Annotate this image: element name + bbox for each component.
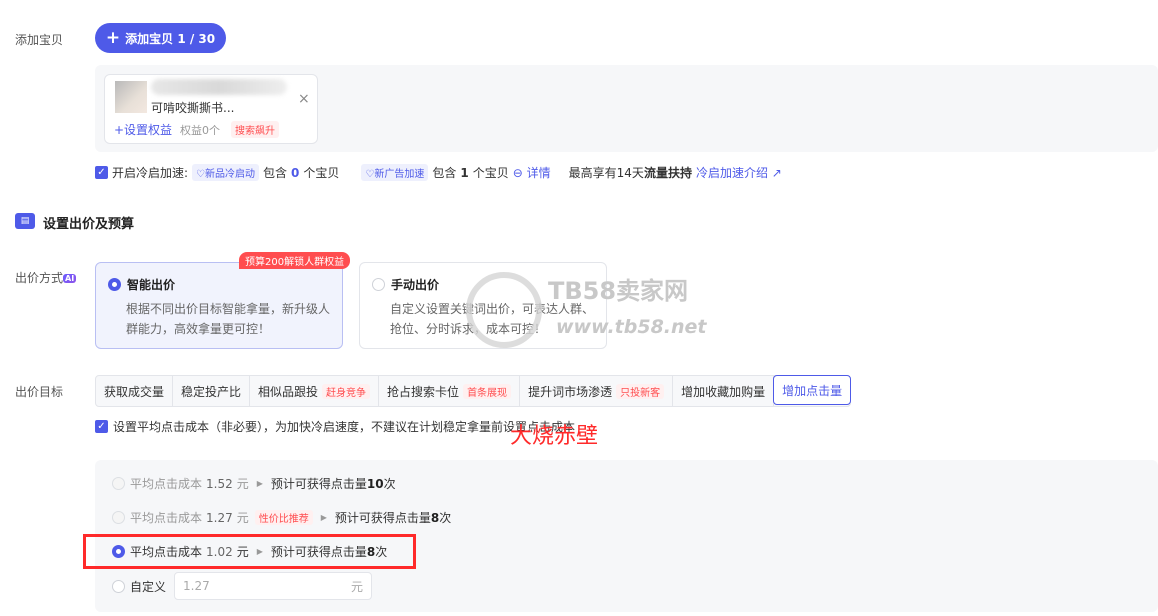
manual-bid-title: 手动出价 — [391, 278, 440, 292]
tab-stable-roi[interactable]: 稳定投产比 — [173, 376, 251, 406]
watermark-site-name: TB58卖家网 — [548, 277, 689, 305]
avg-cost-row: ✓ 设置平均点击成本（非必要），为加快冷启速度，不建议在计划稳定拿量前设置点击成… — [95, 418, 575, 435]
smart-bid-radio[interactable] — [108, 278, 121, 291]
custom-radio[interactable] — [112, 580, 125, 593]
custom-cost-input[interactable]: 1.27 元 — [174, 572, 372, 600]
tab-similar-follow[interactable]: 相似品跟投 赶身竞争 — [250, 376, 380, 406]
manual-bid-radio[interactable] — [372, 278, 385, 291]
custom-label: 自定义 — [130, 580, 167, 594]
option-row[interactable]: 平均点击成本 1.52 元 ▶ 预计可获得点击量10次 — [112, 475, 396, 492]
new-ad-count: 1 — [460, 165, 469, 180]
plus-icon: + — [105, 27, 121, 48]
tab-keyword-penetration[interactable]: 提升词市场渗透 只投新客 — [520, 376, 674, 406]
add-item-button-label: 添加宝贝 1 / 30 — [125, 31, 216, 46]
set-rights-link[interactable]: +设置权益 — [114, 121, 172, 138]
product-title: 可啃咬撕撕书... — [151, 101, 235, 115]
smart-bid-card[interactable]: 智能出价 根据不同出价目标智能拿量，新升级人群能力，高效拿量更可控！ — [95, 262, 343, 349]
product-title-blurred — [151, 79, 287, 95]
option-row[interactable]: 平均点击成本 1.27 元 性价比推荐 ▶ 预计可获得点击量8次 — [112, 509, 451, 526]
promo-badge: 预算200解锁人群权益 — [239, 252, 351, 269]
bid-method-label: 出价方式 AI — [15, 271, 77, 285]
tab-get-deals[interactable]: 获取成交量 — [96, 376, 174, 406]
cold-start-checkbox[interactable]: ✓ — [95, 166, 108, 179]
section-title: 设置出价及预算 — [43, 217, 135, 232]
close-icon[interactable]: × — [298, 91, 310, 107]
tab-increase-clicks[interactable]: 增加点击量 — [773, 375, 852, 405]
smart-bid-title: 智能出价 — [127, 278, 176, 292]
new-ad-pill: ♡新广告加速 — [361, 164, 429, 181]
coupon-icon: ▤ — [15, 213, 35, 229]
text-include: 包含 — [432, 166, 457, 180]
caret-right-icon: ▶ — [320, 513, 327, 522]
text-include: 包含 — [263, 166, 288, 180]
max-support-text: 最高享有14天 — [568, 166, 644, 180]
option-radio[interactable] — [112, 477, 125, 490]
red-watermark-text: 大烧赤壁 — [510, 424, 599, 449]
cold-start-row: ✓ 开启冷启加速: ♡新品冷启动 包含 0 个宝贝 ♡新广告加速 包含 1 个宝… — [95, 164, 782, 181]
smart-bid-desc: 根据不同出价目标智能拿量，新升级人群能力，高效拿量更可控！ — [126, 302, 331, 336]
tab-favorites-cart[interactable]: 增加收藏加购量 — [673, 376, 775, 406]
watermark-site-url: www.tb58.net — [556, 316, 707, 338]
ai-icon: AI — [63, 274, 77, 283]
cold-start-label: 开启冷启加速: — [112, 166, 189, 180]
new-product-pill: ♡新品冷启动 — [192, 164, 260, 181]
bid-goal-label: 出价目标 — [15, 385, 64, 399]
product-thumbnail — [115, 81, 147, 113]
highlight-box — [83, 534, 416, 569]
tab-search-position[interactable]: 抢占搜索卡位 首条展现 — [379, 376, 521, 406]
cold-start-intro-link[interactable]: 冷启加速介绍 ↗ — [696, 164, 782, 181]
product-card: 可啃咬撕撕书... × +设置权益 权益0个 搜索飙升 — [104, 74, 318, 144]
add-item-button[interactable]: + 添加宝贝 1 / 30 — [95, 23, 226, 53]
add-item-label: 添加宝贝 — [15, 33, 64, 47]
avg-cost-checkbox[interactable]: ✓ — [95, 420, 108, 433]
avg-cost-label: 设置平均点击成本（非必要），为加快冷启速度，不建议在计划稳定拿量前设置点击成本 — [113, 420, 576, 434]
text-items: 个宝贝 — [472, 166, 509, 180]
traffic-support-text: 流量扶持 — [643, 166, 692, 180]
option-radio[interactable] — [112, 511, 125, 524]
product-tag: 搜索飙升 — [231, 121, 279, 138]
external-link-icon: ↗ — [771, 166, 782, 180]
new-product-count: 0 — [291, 165, 300, 180]
watermark-logo-icon — [466, 272, 542, 348]
caret-right-icon: ▶ — [256, 479, 263, 488]
value-recommend-tag: 性价比推荐 — [254, 510, 313, 525]
bid-goal-tabs: 获取成交量 稳定投产比 相似品跟投 赶身竞争 抢占搜索卡位 首条展现 提升词市场渗透… — [95, 375, 852, 407]
text-items: 个宝贝 — [303, 166, 340, 180]
detail-link[interactable]: ⊖ 详情 — [513, 164, 551, 181]
custom-option-row[interactable]: 自定义 — [112, 578, 166, 595]
rights-count: 权益0个 — [180, 124, 220, 137]
